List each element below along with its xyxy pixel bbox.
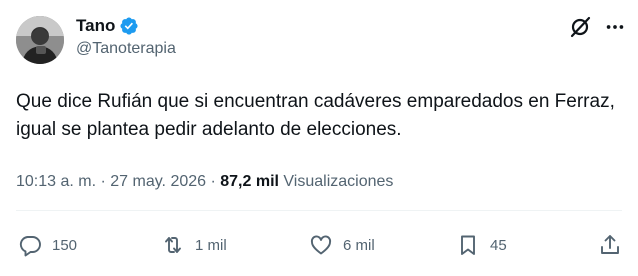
- action-bar: 150 1 mil 6 mil 45: [16, 233, 622, 263]
- heart-icon: [310, 235, 332, 255]
- more-options-icon[interactable]: [604, 16, 626, 38]
- verified-badge-icon: [120, 17, 138, 35]
- retweet-button[interactable]: 1 mil: [161, 233, 227, 257]
- share-icon: [601, 235, 619, 254]
- tweet-meta: 10:13 a. m. · 27 may. 2026 · 87,2 mil Vi…: [16, 173, 393, 191]
- avatar[interactable]: [16, 16, 64, 64]
- like-button[interactable]: 6 mil: [309, 233, 375, 257]
- reply-count: 150: [52, 236, 78, 254]
- bookmark-button[interactable]: 45: [456, 233, 507, 257]
- bookmark-count: 45: [490, 236, 507, 254]
- grok-icon[interactable]: [568, 15, 592, 39]
- divider: [16, 210, 622, 211]
- user-info: Tano @Tanoterapia: [76, 15, 176, 58]
- views-label: Visualizaciones: [278, 173, 394, 190]
- user-handle[interactable]: @Tanoterapia: [76, 40, 176, 58]
- reply-icon: [19, 236, 41, 257]
- retweet-count: 1 mil: [195, 236, 227, 254]
- meta-separator: ·: [96, 173, 111, 190]
- tweet-date[interactable]: 27 may. 2026: [110, 173, 206, 190]
- share-button[interactable]: [598, 233, 622, 257]
- retweet-icon: [165, 237, 181, 253]
- reply-button[interactable]: 150: [18, 233, 77, 257]
- user-name[interactable]: Tano: [76, 16, 115, 36]
- views-count: 87,2 mil: [220, 173, 279, 190]
- like-count: 6 mil: [343, 236, 375, 254]
- tweet-time[interactable]: 10:13 a. m.: [16, 173, 96, 190]
- bookmark-icon: [461, 235, 475, 255]
- views-separator: ·: [206, 173, 221, 190]
- tweet-text: Que dice Rufián que si encuentran cadáve…: [16, 91, 615, 140]
